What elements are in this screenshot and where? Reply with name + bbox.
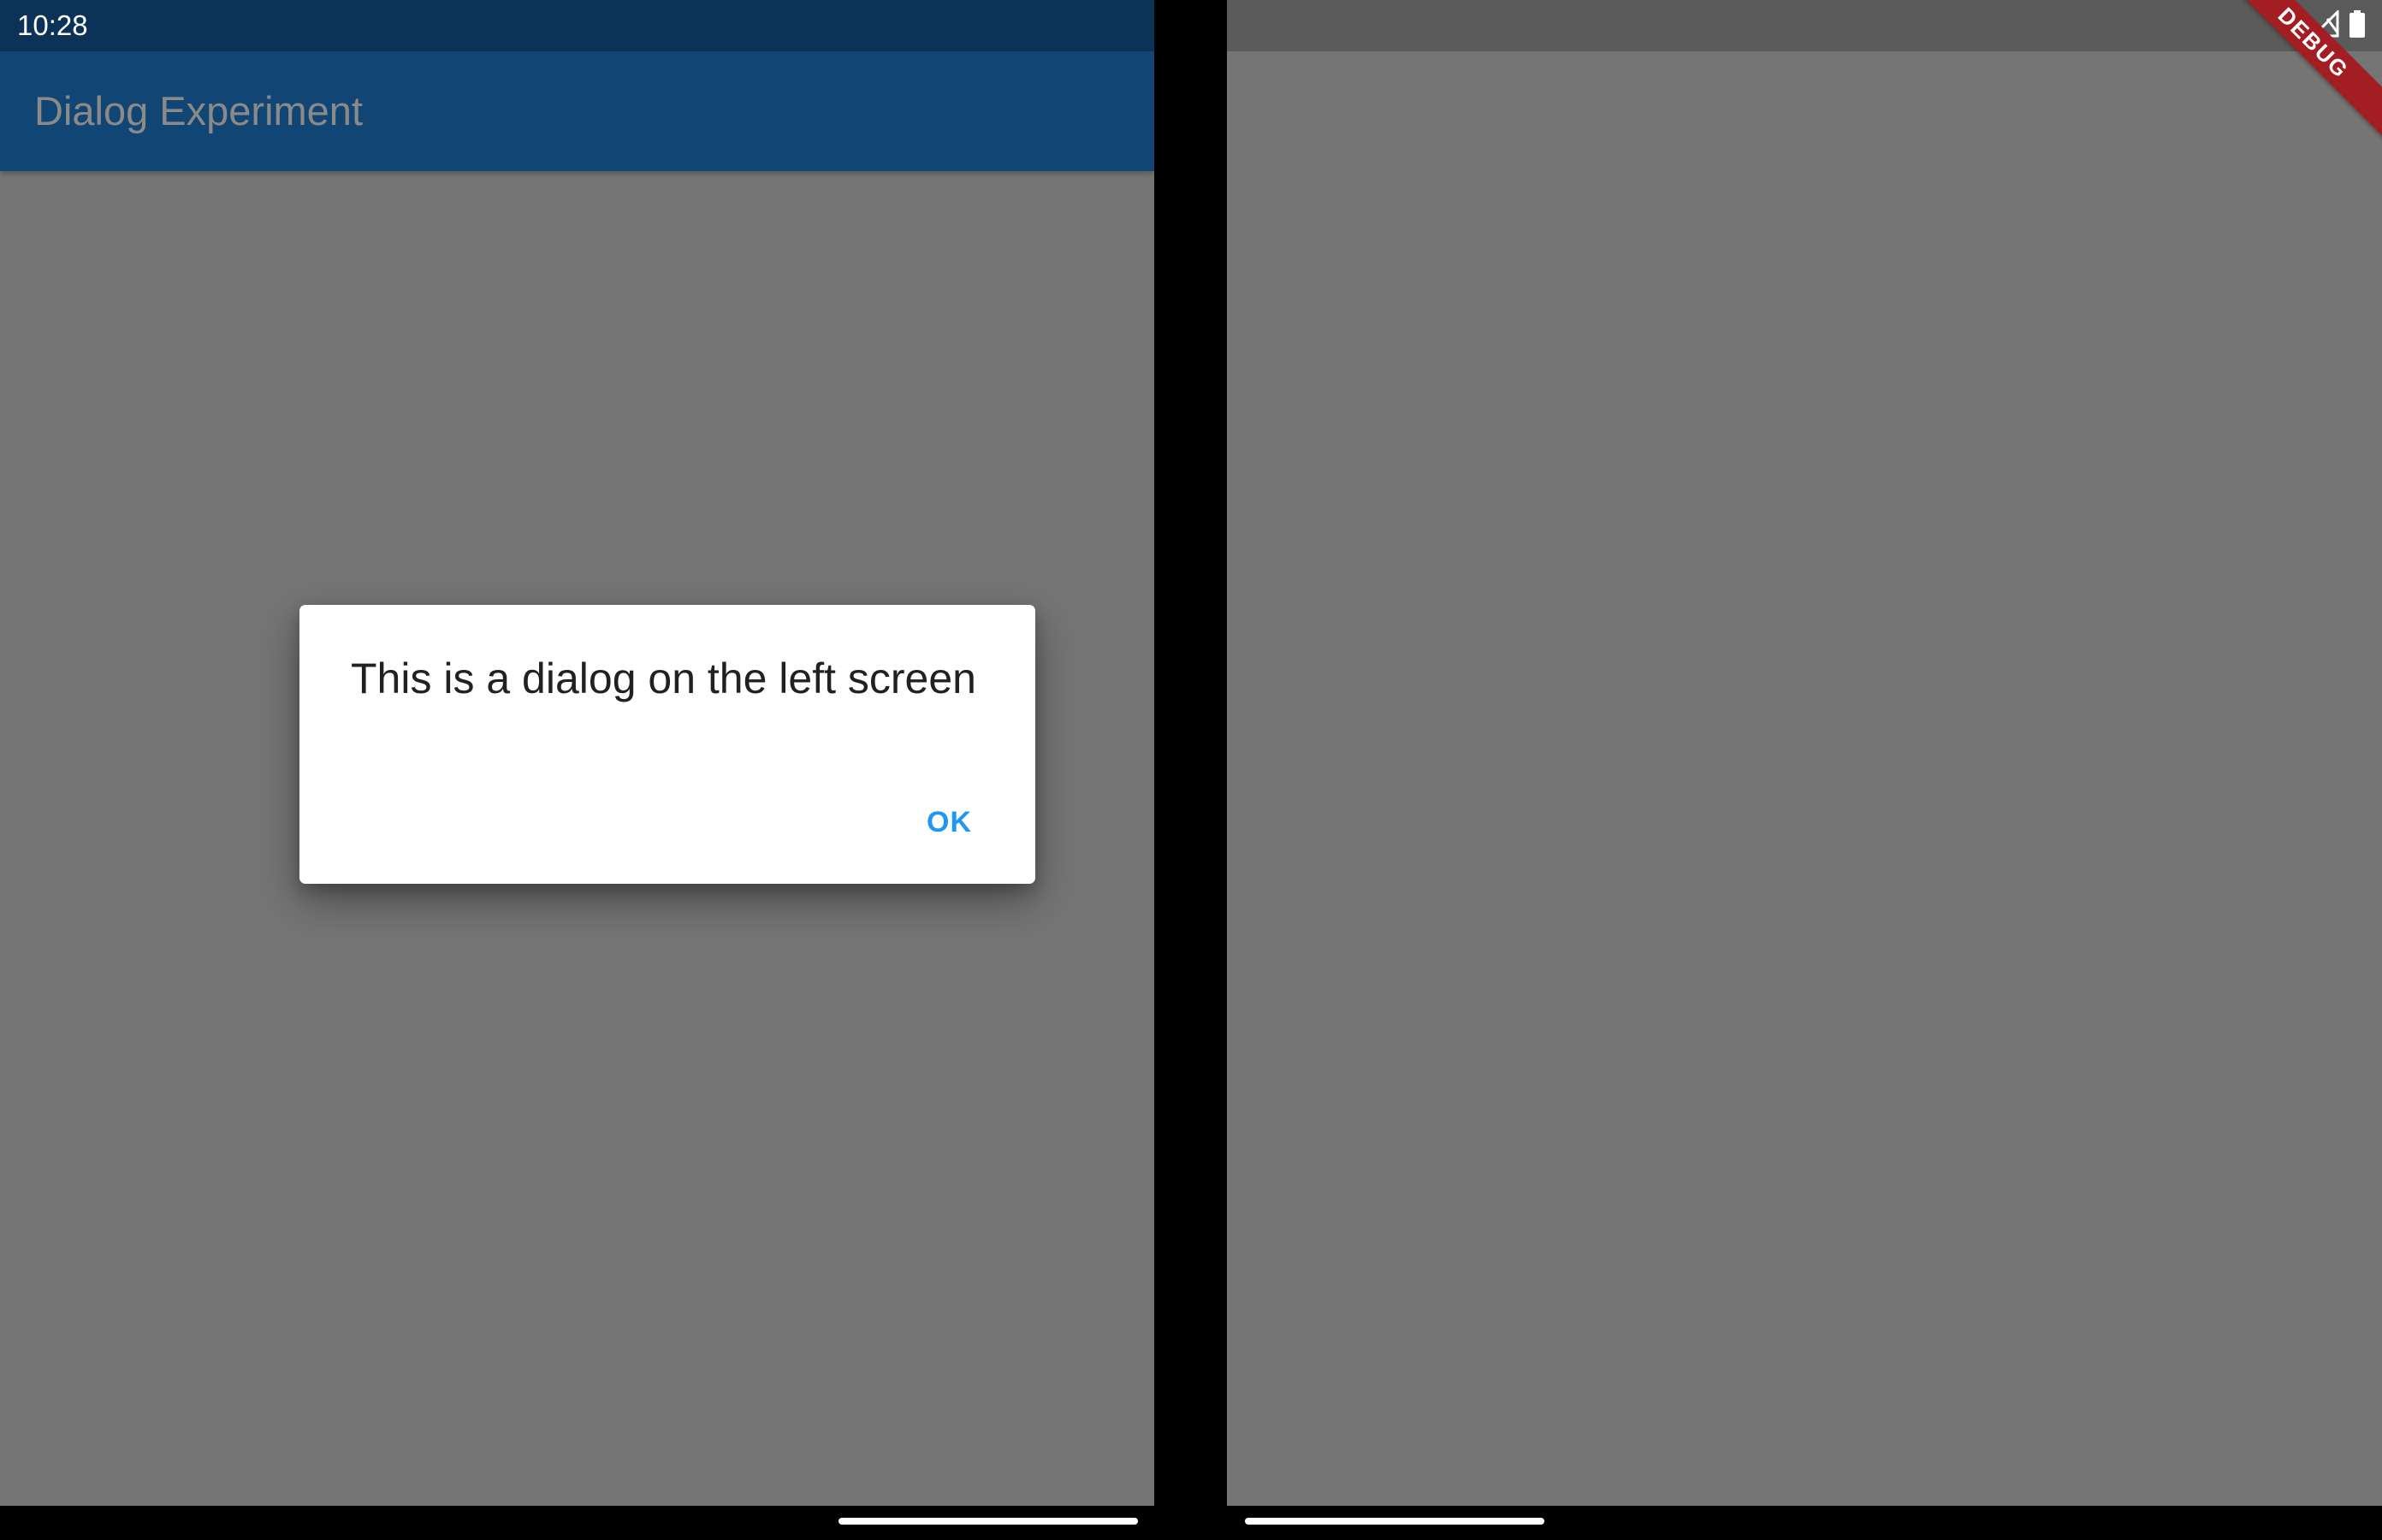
ok-button[interactable]: OK: [906, 793, 992, 851]
home-indicator-left[interactable]: [838, 1518, 1138, 1525]
left-screen: 10:28 Dialog Experiment This is a dialog…: [0, 0, 1154, 1506]
status-bar-right: DEBUG: [1227, 0, 2382, 146]
app-bar: Dialog Experiment: [0, 51, 1154, 171]
home-indicator-right[interactable]: [1245, 1518, 1544, 1525]
battery-icon: [2349, 9, 2365, 42]
app-title: Dialog Experiment: [34, 88, 364, 133]
status-bar-left: 10:28: [0, 0, 1154, 51]
right-screen: DEBUG: [1227, 0, 2382, 1506]
dialog-title: This is a dialog on the left screen: [351, 654, 976, 702]
alert-dialog: This is a dialog on the left screen OK: [299, 605, 1035, 884]
clock: 10:28: [17, 9, 88, 41]
